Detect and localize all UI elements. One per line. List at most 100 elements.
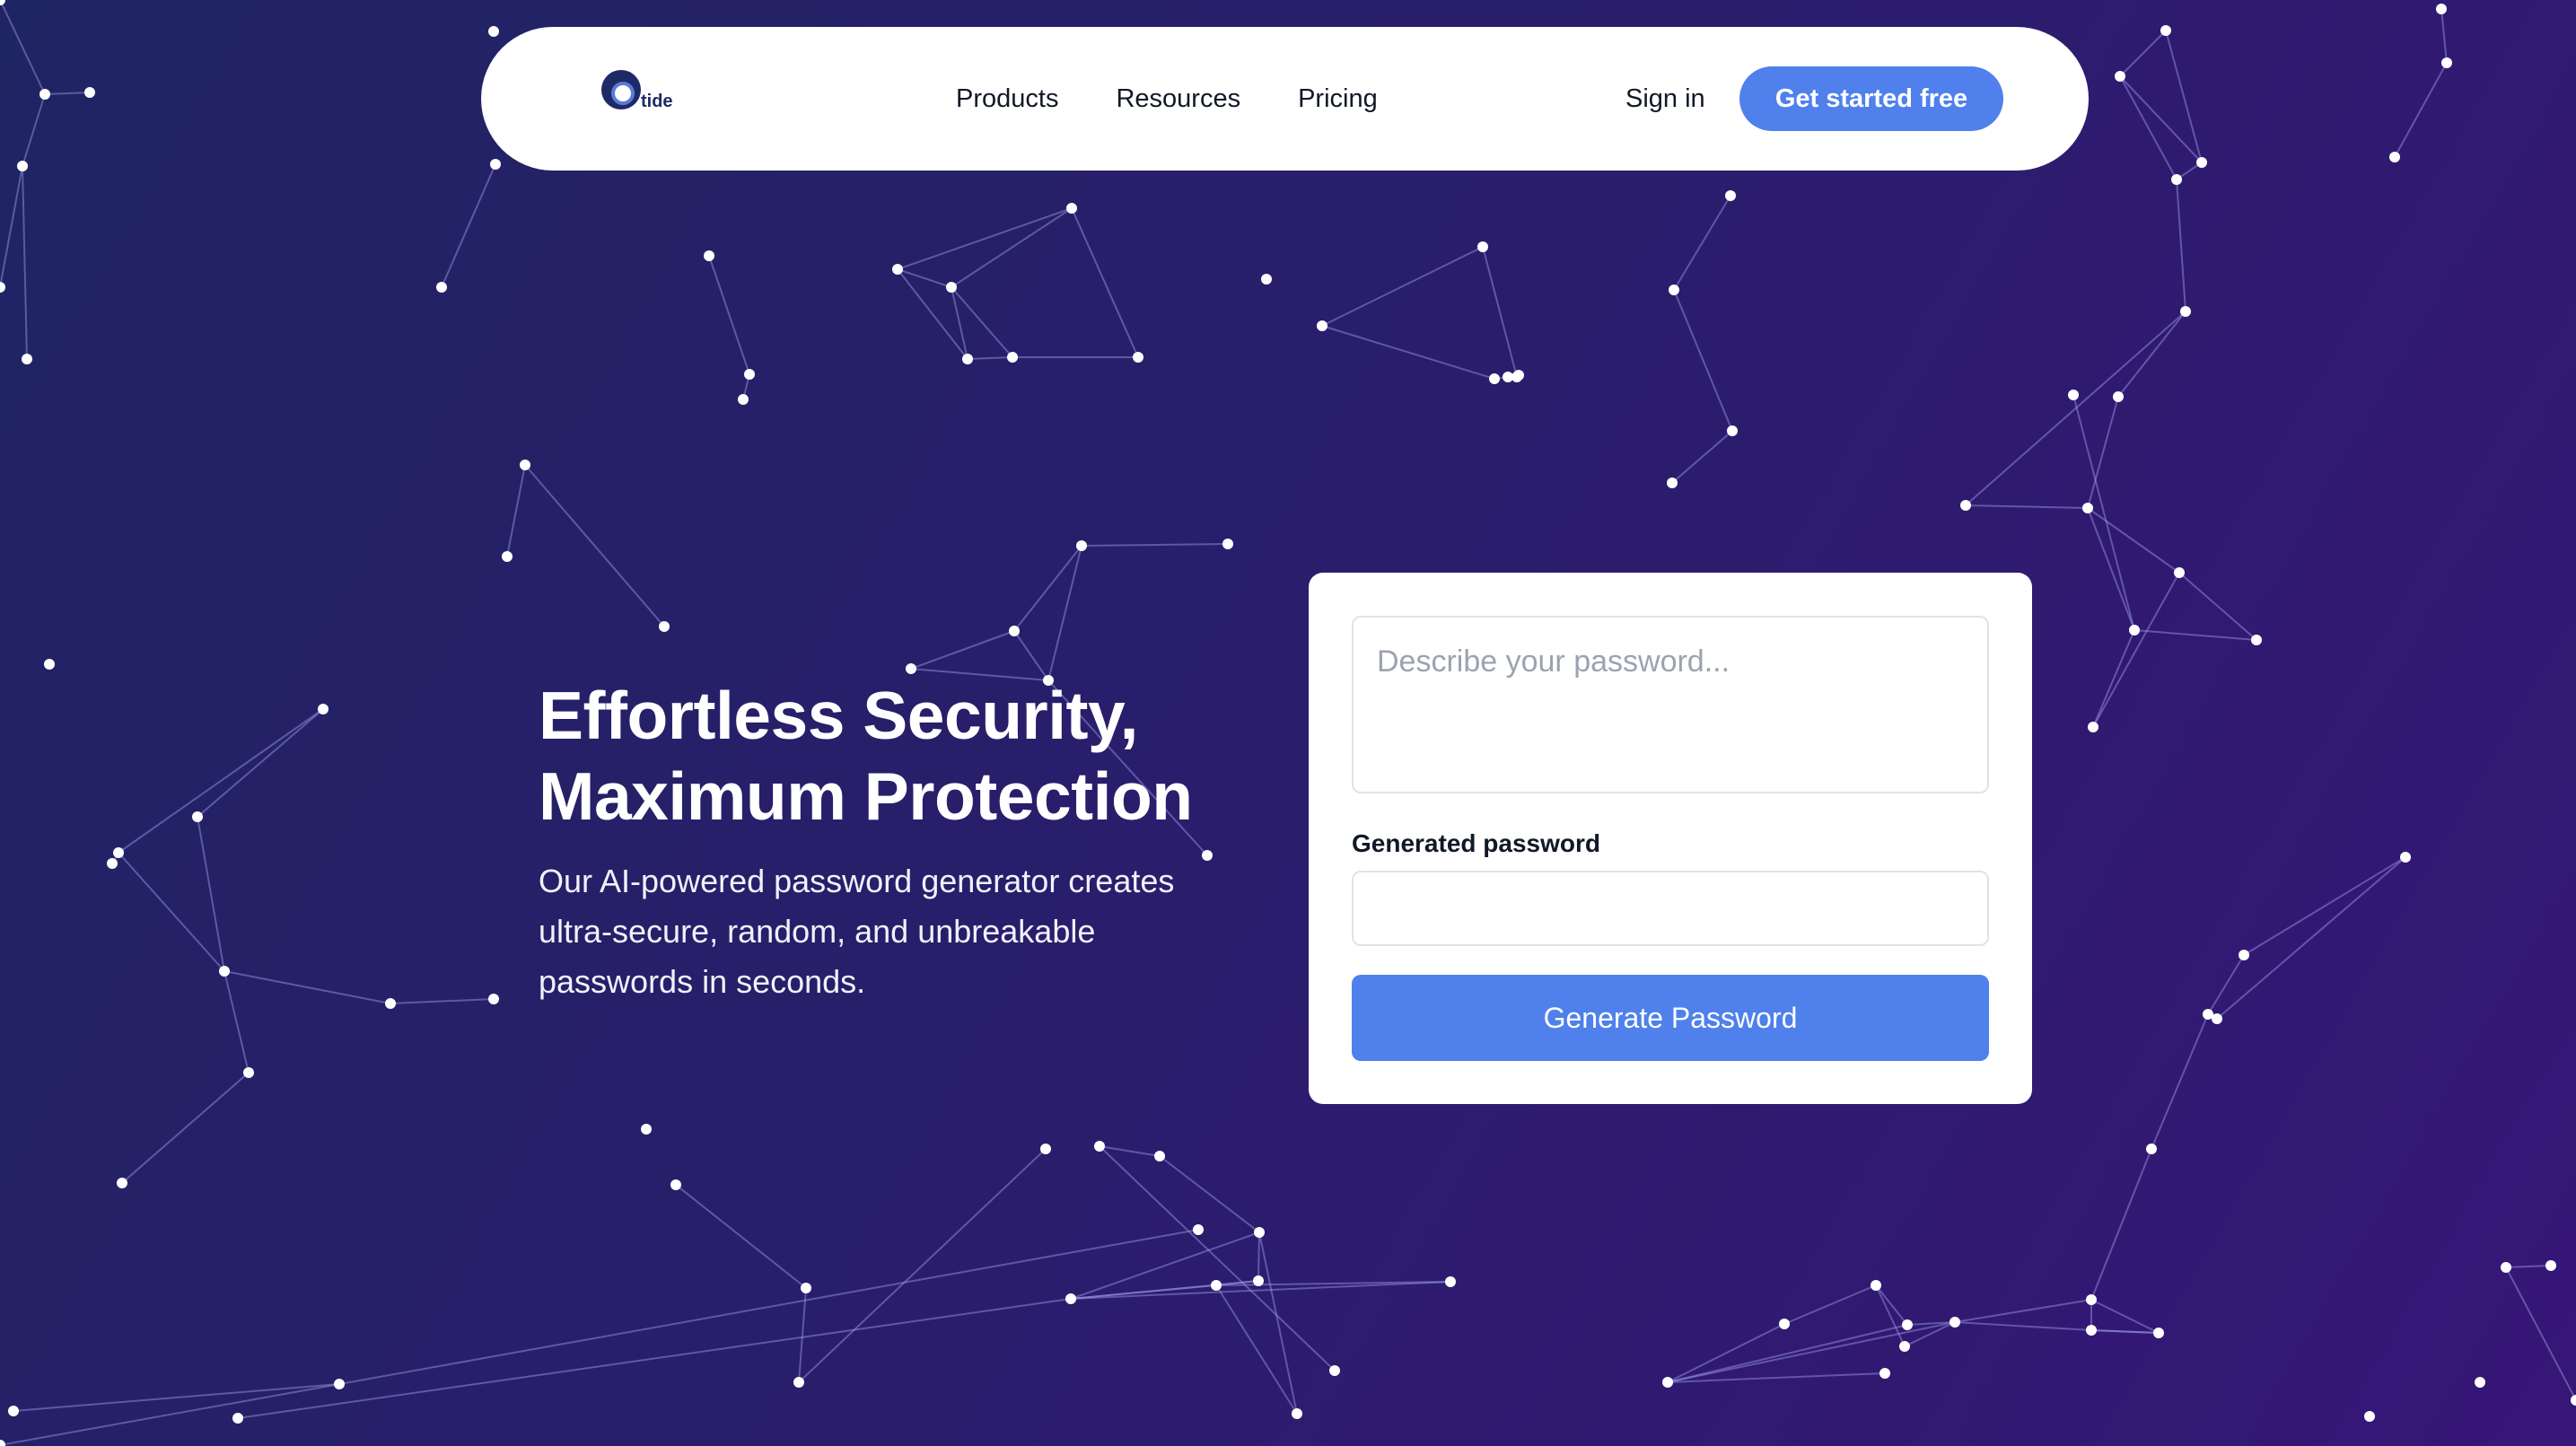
constellation-dot bbox=[232, 1413, 243, 1424]
constellation-line bbox=[2087, 507, 2135, 631]
constellation-dot bbox=[2146, 1144, 2157, 1154]
constellation-dot bbox=[892, 264, 903, 275]
constellation-line bbox=[1783, 1284, 1877, 1325]
constellation-line bbox=[798, 1148, 1047, 1383]
constellation-line bbox=[2090, 1299, 2160, 1334]
hero-section: Effortless Security, Maximum Protection … bbox=[539, 675, 1221, 1007]
constellation-dot bbox=[2545, 1260, 2556, 1271]
constellation-line bbox=[1215, 1284, 1298, 1415]
constellation-dot bbox=[2196, 157, 2207, 168]
constellation-line bbox=[121, 1072, 250, 1184]
constellation-line bbox=[2216, 856, 2406, 1020]
constellation-dot bbox=[704, 250, 714, 261]
constellation-line bbox=[0, 0, 46, 95]
constellation-dot bbox=[659, 621, 670, 632]
generate-password-button[interactable]: Generate Password bbox=[1352, 975, 1989, 1061]
constellation-dot bbox=[2088, 722, 2098, 732]
constellation-dot bbox=[0, 1440, 5, 1446]
constellation-line bbox=[1954, 1321, 2092, 1331]
brand-logo[interactable]: tide bbox=[601, 70, 691, 124]
generated-password-field[interactable] bbox=[1352, 871, 1989, 946]
hero-title-line-2: Maximum Protection bbox=[539, 758, 1193, 834]
constellation-dot bbox=[436, 282, 447, 293]
constellation-line bbox=[0, 165, 23, 288]
constellation-dot bbox=[2082, 503, 2093, 513]
constellation-dot bbox=[1725, 190, 1736, 201]
nav-link-pricing[interactable]: Pricing bbox=[1298, 84, 1378, 114]
constellation-dot bbox=[84, 87, 95, 98]
constellation-dot bbox=[490, 159, 501, 170]
constellation-dot bbox=[1960, 500, 1971, 511]
constellation-dot bbox=[1503, 372, 1513, 382]
constellation-line bbox=[2505, 1266, 2576, 1401]
constellation-dot bbox=[44, 659, 55, 670]
constellation-dot bbox=[1489, 373, 1500, 384]
constellation-dot bbox=[2180, 306, 2191, 317]
constellation-dot bbox=[2441, 57, 2452, 68]
constellation-dot bbox=[1254, 1227, 1265, 1238]
constellation-dot bbox=[2251, 635, 2262, 645]
constellation-line bbox=[22, 165, 28, 360]
constellation-dot bbox=[1317, 320, 1327, 331]
constellation-dot bbox=[2153, 1328, 2164, 1338]
constellation-dot bbox=[946, 282, 957, 293]
constellation-line bbox=[951, 286, 1013, 358]
constellation-dot bbox=[1871, 1280, 1881, 1291]
constellation-line bbox=[2176, 179, 2186, 312]
constellation-line bbox=[1013, 630, 1049, 681]
constellation-dot bbox=[243, 1067, 254, 1078]
hero-subtitle: Our AI-powered password generator create… bbox=[539, 863, 1175, 1000]
constellation-dot bbox=[1066, 203, 1077, 214]
constellation-dot bbox=[17, 161, 28, 171]
constellation-line bbox=[223, 970, 391, 1004]
password-description-input[interactable] bbox=[1352, 616, 1989, 793]
constellation-line bbox=[1321, 325, 1495, 380]
constellation-line bbox=[2394, 62, 2448, 158]
constellation-dot bbox=[22, 354, 32, 364]
constellation-dot bbox=[1879, 1368, 1890, 1379]
constellation-dot bbox=[1292, 1408, 1302, 1419]
get-started-button[interactable]: Get started free bbox=[1739, 66, 2003, 131]
constellation-line bbox=[1071, 207, 1139, 358]
nav-link-products[interactable]: Products bbox=[956, 84, 1058, 114]
constellation-dot bbox=[2400, 852, 2411, 863]
constellation-line bbox=[506, 464, 526, 557]
constellation-dot bbox=[520, 460, 530, 470]
constellation-line bbox=[1673, 289, 1733, 432]
generated-password-label: Generated password bbox=[1352, 829, 1600, 857]
constellation-dot bbox=[117, 1178, 127, 1188]
constellation-dot bbox=[1076, 540, 1087, 551]
constellation-dot bbox=[1445, 1276, 1456, 1287]
constellation-line bbox=[2505, 1265, 2552, 1268]
sign-in-link[interactable]: Sign in bbox=[1625, 27, 1705, 171]
constellation-dot bbox=[1193, 1224, 1204, 1235]
constellation-dot bbox=[2571, 1395, 2576, 1406]
constellation-dot bbox=[1950, 1317, 1960, 1328]
constellation-dot bbox=[502, 551, 513, 562]
constellation-dot bbox=[192, 811, 203, 822]
constellation-dot bbox=[1154, 1151, 1165, 1161]
constellation-dot bbox=[1902, 1319, 1913, 1330]
constellation-dot bbox=[906, 663, 916, 674]
constellation-dot bbox=[670, 1179, 681, 1190]
constellation-dot bbox=[1329, 1365, 1340, 1376]
constellation-background bbox=[0, 0, 2576, 1446]
nav-link-resources[interactable]: Resources bbox=[1116, 84, 1240, 114]
constellation-dot bbox=[2068, 390, 2079, 400]
constellation-dot bbox=[1662, 1377, 1673, 1388]
constellation-line bbox=[1081, 543, 1229, 547]
constellation-dot bbox=[2160, 25, 2171, 36]
constellation-dot bbox=[2389, 152, 2400, 162]
constellation-line bbox=[2119, 30, 2167, 77]
constellation-dot bbox=[2501, 1262, 2511, 1273]
constellation-line bbox=[1965, 504, 2089, 509]
constellation-dot bbox=[334, 1379, 345, 1389]
constellation-line bbox=[2134, 629, 2257, 641]
constellation-line bbox=[118, 708, 324, 854]
constellation-line bbox=[1671, 430, 1733, 484]
constellation-line bbox=[2178, 572, 2257, 641]
hero-title: Effortless Security, Maximum Protection bbox=[539, 675, 1221, 837]
constellation-dot bbox=[1040, 1144, 1051, 1154]
constellation-dot bbox=[318, 704, 329, 714]
constellation-dot bbox=[2174, 567, 2185, 578]
